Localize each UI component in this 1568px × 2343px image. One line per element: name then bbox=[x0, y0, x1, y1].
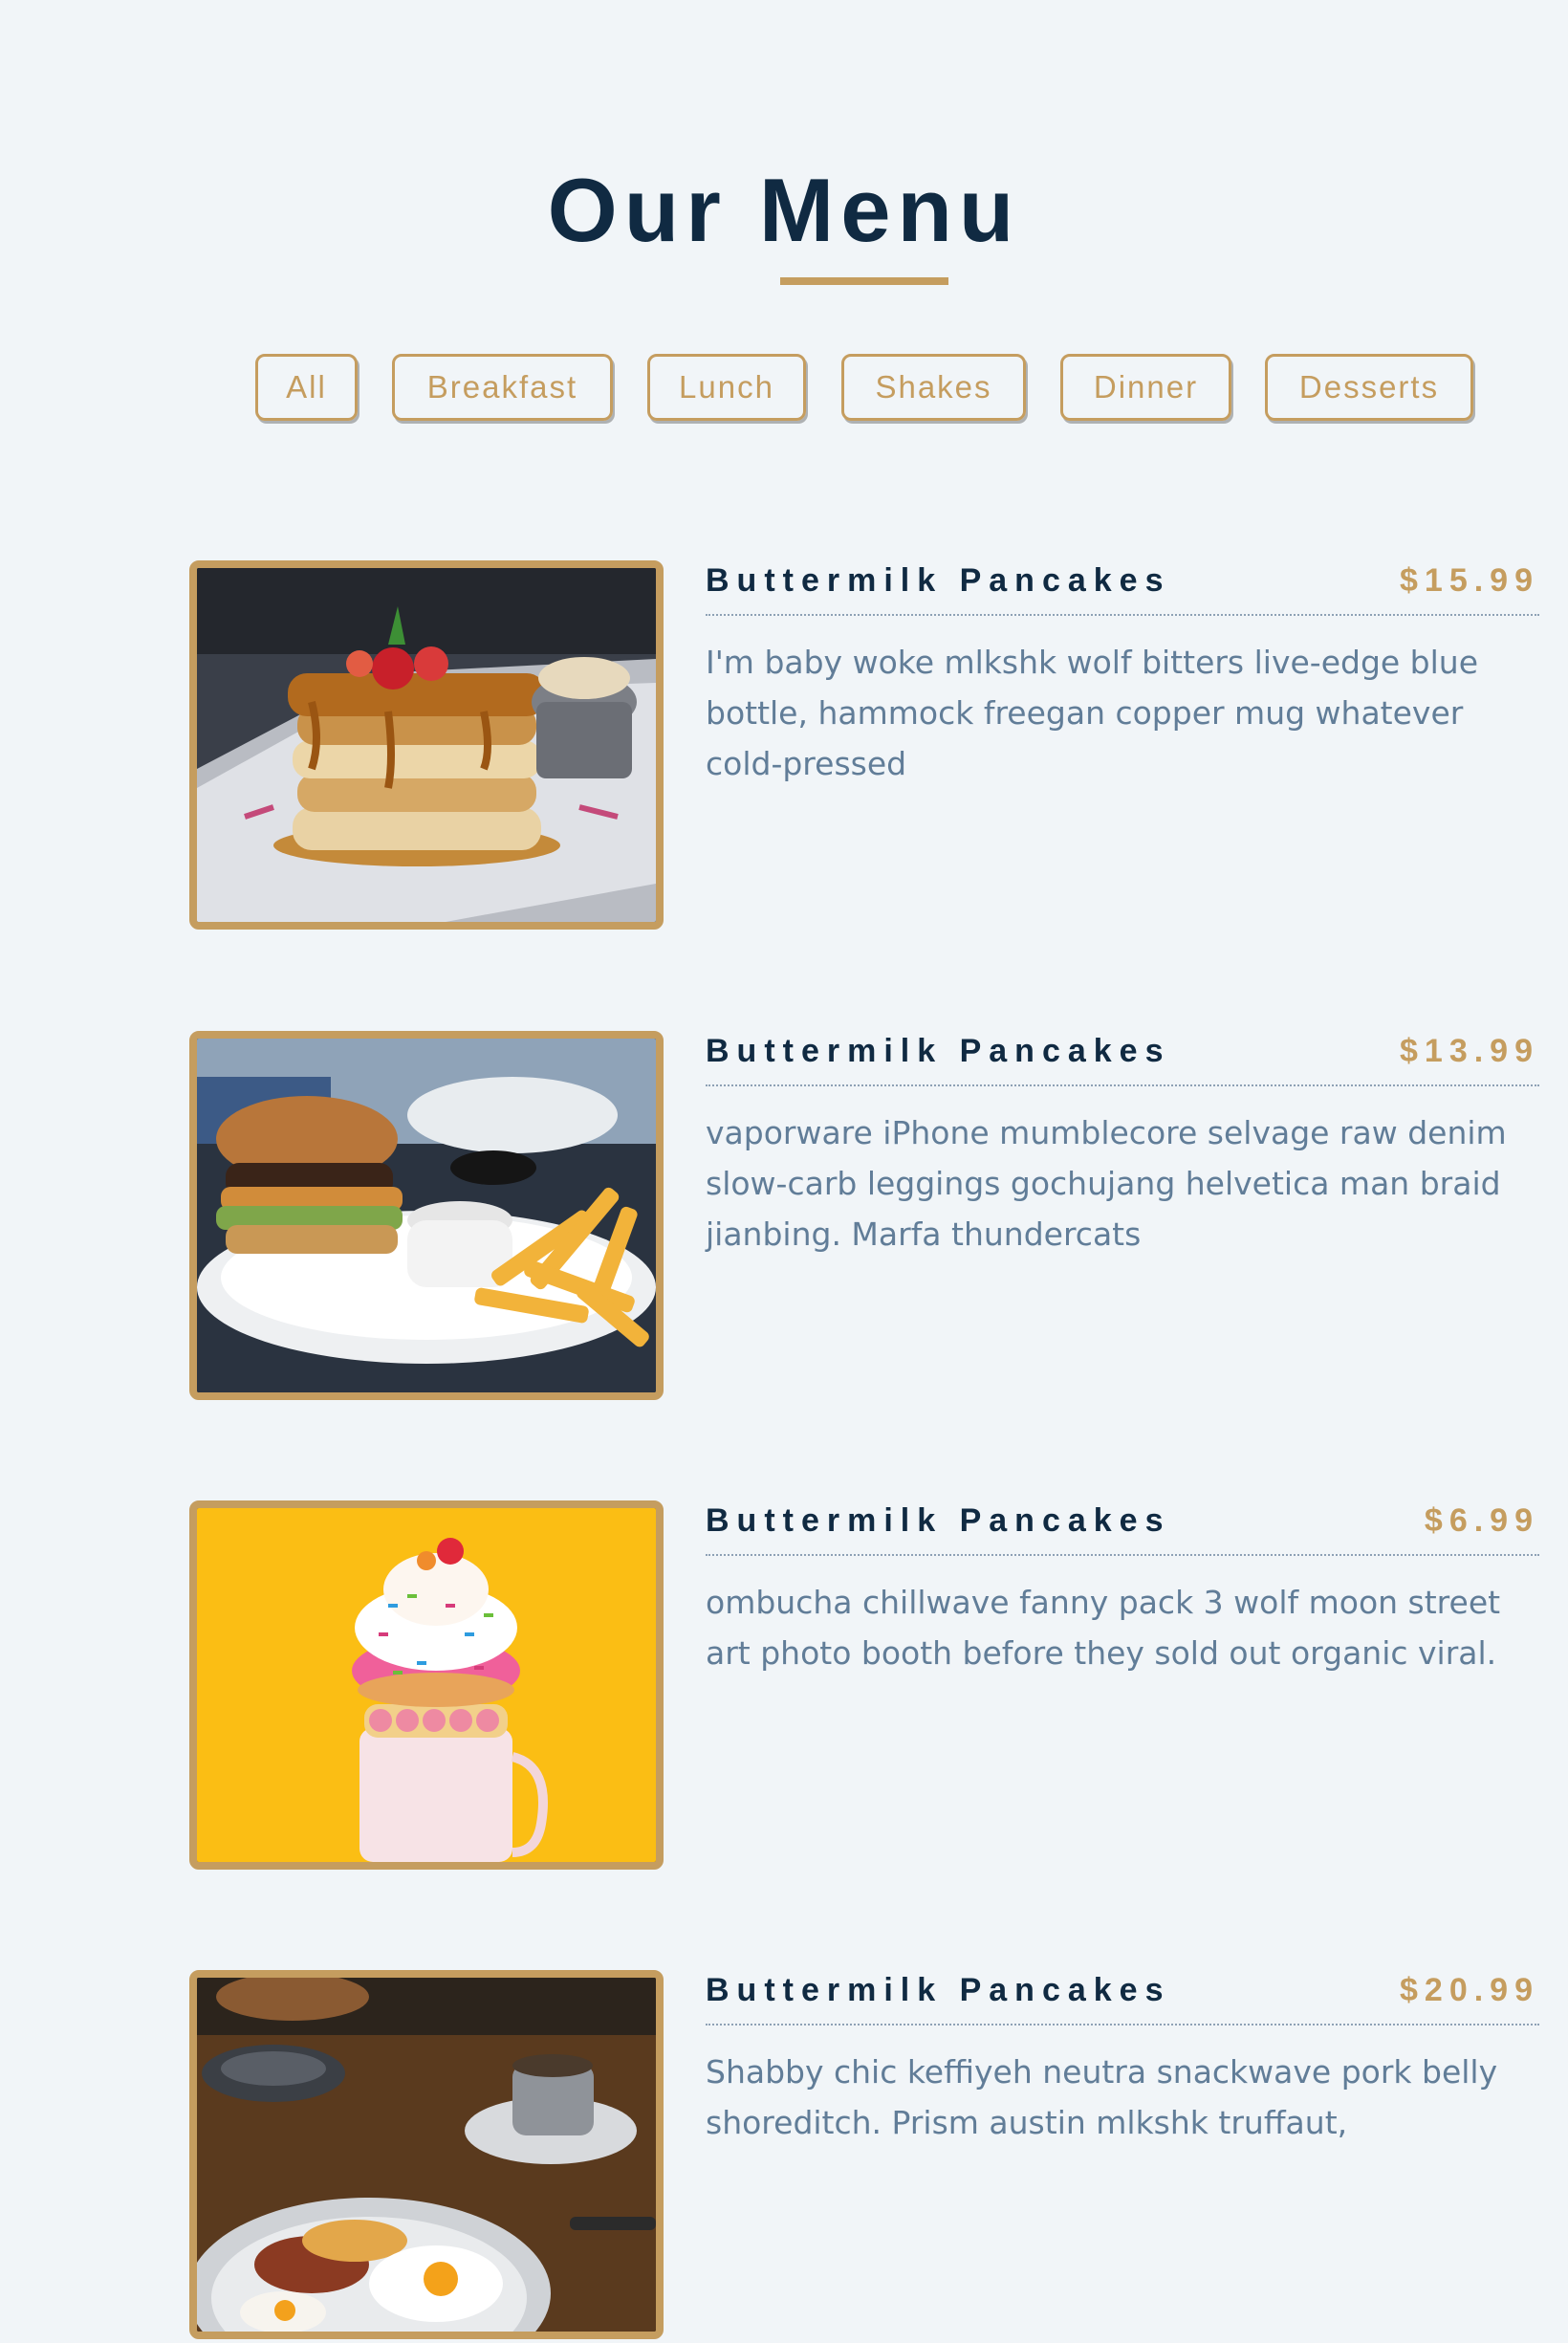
item-price: $15.99 bbox=[1400, 562, 1539, 599]
filter-bar: All Breakfast Lunch Shakes Dinner Desser… bbox=[0, 354, 1568, 427]
item-divider bbox=[706, 2024, 1539, 2025]
title-underline bbox=[780, 277, 948, 285]
filter-button-breakfast[interactable]: Breakfast bbox=[392, 354, 613, 421]
filter-button-lunch[interactable]: Lunch bbox=[647, 354, 806, 421]
item-price: $6.99 bbox=[1424, 1502, 1539, 1539]
page-title: Our Menu bbox=[547, 160, 1021, 260]
item-description: ombucha chillwave fanny pack 3 wolf moon… bbox=[706, 1584, 1501, 1672]
filter-button-desserts[interactable]: Desserts bbox=[1265, 354, 1473, 421]
item-divider bbox=[706, 1084, 1539, 1086]
item-name: Buttermilk Pancakes bbox=[706, 1502, 1171, 1539]
menu-item: Buttermilk Pancakes $20.99 Shabby chic k… bbox=[189, 1970, 1539, 2343]
milkshake-photo bbox=[189, 1500, 664, 1870]
burger-photo bbox=[189, 1031, 664, 1400]
pancakes-photo bbox=[189, 560, 664, 930]
filter-button-all[interactable]: All bbox=[255, 354, 358, 421]
item-description: I'm baby woke mlkshk wolf bitters live-e… bbox=[706, 644, 1479, 782]
filter-button-shakes[interactable]: Shakes bbox=[841, 354, 1026, 421]
menu-item: Buttermilk Pancakes $15.99 I'm baby woke… bbox=[189, 560, 1539, 933]
item-name: Buttermilk Pancakes bbox=[706, 1033, 1171, 1069]
item-name: Buttermilk Pancakes bbox=[706, 562, 1171, 599]
menu-item: Buttermilk Pancakes $13.99 vaporware iPh… bbox=[189, 1031, 1539, 1404]
item-price: $20.99 bbox=[1400, 1972, 1539, 2008]
item-divider bbox=[706, 1554, 1539, 1556]
item-price: $13.99 bbox=[1400, 1033, 1539, 1069]
item-description: Shabby chic keffiyeh neutra snackwave po… bbox=[706, 2053, 1498, 2141]
item-name: Buttermilk Pancakes bbox=[706, 1972, 1171, 2008]
item-description: vaporware iPhone mumblecore selvage raw … bbox=[706, 1114, 1507, 1253]
item-divider bbox=[706, 614, 1539, 616]
filter-button-dinner[interactable]: Dinner bbox=[1060, 354, 1231, 421]
menu-item: Buttermilk Pancakes $6.99 ombucha chillw… bbox=[189, 1500, 1539, 1873]
breakfast-photo bbox=[189, 1970, 664, 2339]
